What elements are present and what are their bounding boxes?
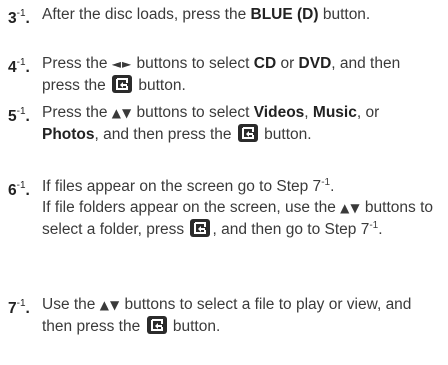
step-text: Press the ◄► buttons to select CD or DVD… [42, 55, 401, 94]
step-number: 7-1. [8, 298, 30, 318]
enter-button-icon [147, 316, 167, 334]
step-number: 5-1. [8, 106, 30, 126]
step-number: 6-1. [8, 180, 30, 200]
step-text: After the disc loads, press the BLUE (D)… [42, 6, 371, 23]
step-3: 3-1. After the disc loads, press the BLU… [8, 4, 444, 27]
up-down-arrows-icon: ▲▼ [111, 106, 133, 120]
step-7: 7-1. Use the ▲▼ buttons to select a file… [8, 294, 444, 337]
enter-button-icon [112, 75, 132, 93]
step-text: Press the ▲▼ buttons to select Videos, M… [42, 104, 380, 143]
up-down-arrows-icon: ▲▼ [340, 201, 361, 215]
left-right-arrows-icon: ◄► [111, 57, 133, 71]
enter-button-icon [238, 124, 258, 142]
up-down-arrows-icon: ▲▼ [99, 298, 121, 312]
step-5: 5-1. Press the ▲▼ buttons to select Vide… [8, 102, 444, 145]
enter-button-icon [190, 219, 210, 237]
step-number: 3-1. [8, 8, 30, 28]
step-number: 4-1. [8, 57, 30, 77]
instruction-page: 3-1. After the disc loads, press the BLU… [0, 0, 448, 365]
step-text: If files appear on the screen go to Step… [42, 176, 433, 238]
step-text: Use the ▲▼ buttons to select a file to p… [42, 296, 412, 335]
step-6: 6-1. If files appear on the screen go to… [8, 176, 444, 240]
step-4: 4-1. Press the ◄► buttons to select CD o… [8, 53, 444, 96]
